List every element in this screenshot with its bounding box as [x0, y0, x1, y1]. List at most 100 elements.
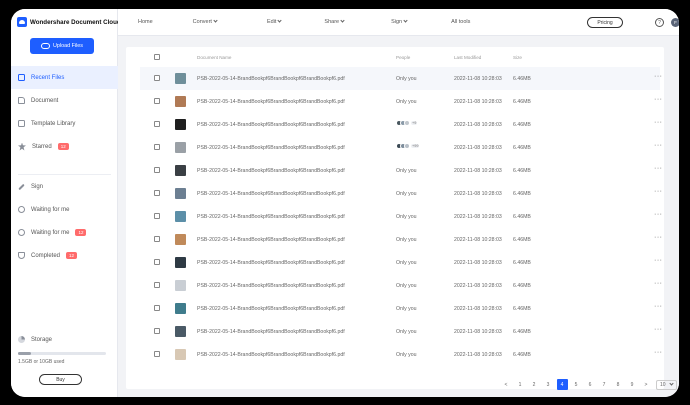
page-button[interactable]: 8 — [611, 379, 625, 390]
more-options-icon[interactable]: ··· — [654, 349, 663, 356]
file-name[interactable]: PSB-2022-05-14-BrandBookpf6BrandBookpf6B… — [197, 168, 345, 174]
main-content: Document Name People Last Modified Size … — [118, 36, 679, 397]
row-checkbox[interactable] — [154, 282, 160, 288]
page-size-select[interactable]: 10 — [656, 379, 677, 390]
more-options-icon[interactable]: ··· — [654, 73, 663, 80]
more-options-icon[interactable]: ··· — [654, 165, 663, 172]
row-checkbox[interactable] — [154, 236, 160, 242]
column-header-modified[interactable]: Last Modified — [454, 55, 481, 60]
more-options-icon[interactable]: ··· — [654, 119, 663, 126]
sidebar-item-waiting-for-others[interactable]: Waiting for me 12 — [11, 221, 118, 244]
more-options-icon[interactable]: ··· — [654, 326, 663, 333]
file-name[interactable]: PSB-2022-05-14-BrandBookpf6BrandBookpf6B… — [197, 352, 345, 358]
more-options-icon[interactable]: ··· — [654, 234, 663, 241]
table-row[interactable]: PSB-2022-05-14-BrandBookpf6BrandBookpf6B… — [140, 320, 663, 343]
page-button[interactable]: 4 — [556, 379, 568, 390]
file-name[interactable]: PSB-2022-05-14-BrandBookpf6BrandBookpf6B… — [197, 260, 345, 266]
column-header-people[interactable]: People — [396, 55, 410, 60]
file-thumbnail — [175, 257, 186, 268]
table-row[interactable]: PSB-2022-05-14-BrandBookpf6BrandBookpf6B… — [140, 251, 663, 274]
table-row[interactable]: PSB-2022-05-14-BrandBookpf6BrandBookpf6B… — [140, 113, 663, 136]
table-row[interactable]: PSB-2022-05-14-BrandBookpf6BrandBookpf6B… — [140, 90, 663, 113]
row-checkbox[interactable] — [154, 213, 160, 219]
page-button[interactable]: 9 — [625, 379, 639, 390]
table-row[interactable]: PSB-2022-05-14-BrandBookpf6BrandBookpf6B… — [140, 67, 663, 90]
buy-button[interactable]: Buy — [39, 374, 82, 385]
shared-user-avatar — [404, 143, 410, 149]
prev-page-button[interactable]: < — [499, 379, 513, 390]
row-checkbox[interactable] — [154, 75, 160, 81]
nav-convert[interactable]: Convert — [193, 18, 218, 25]
sidebar-item-label: Document — [31, 97, 59, 104]
more-options-icon[interactable]: ··· — [654, 257, 663, 264]
sidebar-item-sign[interactable]: Sign — [11, 175, 118, 198]
sidebar-item-waiting-for-me[interactable]: Waiting for me — [11, 198, 118, 221]
row-checkbox[interactable] — [154, 328, 160, 334]
row-checkbox[interactable] — [154, 259, 160, 265]
select-all-checkbox[interactable] — [154, 54, 160, 60]
pricing-button[interactable]: Pricing — [587, 17, 623, 28]
nav-home[interactable]: Home — [138, 19, 153, 25]
file-name[interactable]: PSB-2022-05-14-BrandBookpf6BrandBookpf6B… — [197, 122, 345, 128]
file-name[interactable]: PSB-2022-05-14-BrandBookpf6BrandBookpf6B… — [197, 283, 345, 289]
row-checkbox[interactable] — [154, 98, 160, 104]
file-name[interactable]: PSB-2022-05-14-BrandBookpf6BrandBookpf6B… — [197, 214, 345, 220]
nav-label: Edit — [266, 19, 277, 25]
row-checkbox[interactable] — [154, 351, 160, 357]
nav-label: Share — [324, 19, 340, 25]
page-button[interactable]: 5 — [569, 379, 583, 390]
file-name[interactable]: PSB-2022-05-14-BrandBookpf6BrandBookpf6B… — [197, 191, 345, 197]
page-button[interactable]: 3 — [541, 379, 555, 390]
table-row[interactable]: PSB-2022-05-14-BrandBookpf6BrandBookpf6B… — [140, 297, 663, 320]
nav-share[interactable]: Share — [324, 18, 345, 25]
shared-avatars[interactable]: +99 — [396, 143, 420, 149]
file-name[interactable]: PSB-2022-05-14-BrandBookpf6BrandBookpf6B… — [197, 99, 345, 105]
app-logo[interactable]: Wondershare Document Cloud — [17, 17, 121, 27]
file-name[interactable]: PSB-2022-05-14-BrandBookpf6BrandBookpf6B… — [197, 237, 345, 243]
chevron-down-icon — [403, 18, 408, 23]
page-button[interactable]: 7 — [597, 379, 611, 390]
nav-sign[interactable]: Sign — [391, 18, 408, 25]
file-size: 6.46MB — [513, 168, 531, 174]
row-checkbox[interactable] — [154, 190, 160, 196]
more-options-icon[interactable]: ··· — [654, 142, 663, 149]
table-row[interactable]: PSB-2022-05-14-BrandBookpf6BrandBookpf6B… — [140, 343, 663, 366]
more-options-icon[interactable]: ··· — [654, 303, 663, 310]
avatar[interactable]: F — [671, 18, 679, 27]
page-button[interactable]: 2 — [527, 379, 541, 390]
column-header-name[interactable]: Document Name — [197, 55, 231, 60]
nav-all-tools[interactable]: All tools — [451, 19, 470, 25]
nav-edit[interactable]: Edit — [266, 18, 283, 25]
more-options-icon[interactable]: ··· — [654, 211, 663, 218]
sidebar-item-completed[interactable]: Completed 12 — [11, 244, 118, 267]
sidebar-item-template-library[interactable]: Template Library — [11, 112, 118, 135]
row-checkbox[interactable] — [154, 121, 160, 127]
help-icon[interactable]: ? — [655, 18, 664, 27]
row-checkbox[interactable] — [154, 167, 160, 173]
table-row[interactable]: PSB-2022-05-14-BrandBookpf6BrandBookpf6B… — [140, 274, 663, 297]
more-options-icon[interactable]: ··· — [654, 280, 663, 287]
column-header-size[interactable]: Size — [513, 55, 522, 60]
file-name[interactable]: PSB-2022-05-14-BrandBookpf6BrandBookpf6B… — [197, 329, 345, 335]
row-checkbox[interactable] — [154, 305, 160, 311]
upload-files-button[interactable]: Upload Files — [30, 38, 94, 54]
sidebar-item-recent-files[interactable]: Recent Files — [11, 66, 118, 89]
shield-icon — [18, 252, 25, 259]
sidebar-item-starred[interactable]: Starred 12 — [11, 135, 118, 158]
row-checkbox[interactable] — [154, 144, 160, 150]
shared-avatars[interactable]: +9 — [396, 120, 418, 126]
file-name[interactable]: PSB-2022-05-14-BrandBookpf6BrandBookpf6B… — [197, 145, 345, 151]
table-row[interactable]: PSB-2022-05-14-BrandBookpf6BrandBookpf6B… — [140, 159, 663, 182]
table-row[interactable]: PSB-2022-05-14-BrandBookpf6BrandBookpf6B… — [140, 228, 663, 251]
file-name[interactable]: PSB-2022-05-14-BrandBookpf6BrandBookpf6B… — [197, 76, 345, 82]
file-name[interactable]: PSB-2022-05-14-BrandBookpf6BrandBookpf6B… — [197, 306, 345, 312]
page-button[interactable]: 1 — [513, 379, 527, 390]
more-options-icon[interactable]: ··· — [654, 96, 663, 103]
table-row[interactable]: PSB-2022-05-14-BrandBookpf6BrandBookpf6B… — [140, 136, 663, 159]
table-row[interactable]: PSB-2022-05-14-BrandBookpf6BrandBookpf6B… — [140, 205, 663, 228]
next-page-button[interactable]: > — [639, 379, 653, 390]
page-button[interactable]: 6 — [583, 379, 597, 390]
table-row[interactable]: PSB-2022-05-14-BrandBookpf6BrandBookpf6B… — [140, 182, 663, 205]
sidebar-item-document[interactable]: Document — [11, 89, 118, 112]
more-options-icon[interactable]: ··· — [654, 188, 663, 195]
